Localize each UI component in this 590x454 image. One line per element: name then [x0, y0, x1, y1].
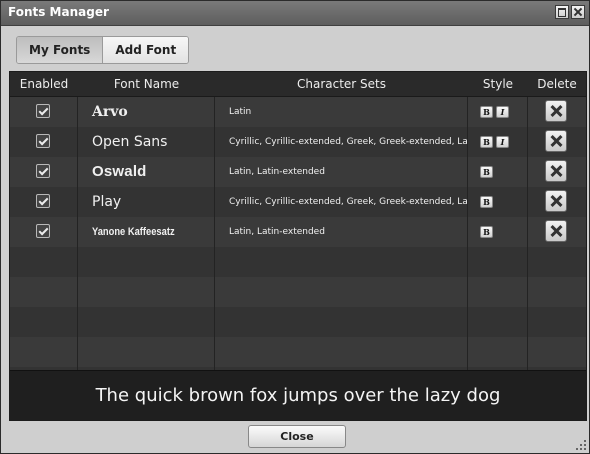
tab-my-fonts[interactable]: My Fonts	[17, 37, 104, 63]
character-sets: Cyrillic, Cyrillic-extended, Greek, Gree…	[229, 197, 467, 207]
bold-style-button[interactable]: B	[480, 106, 493, 118]
table-row[interactable]: Yanone Kaffeesatz Latin, Latin-extended …	[10, 217, 586, 247]
header-style[interactable]: Style	[468, 72, 528, 96]
tab-add-font[interactable]: Add Font	[103, 37, 189, 63]
empty-row	[10, 247, 586, 277]
column-divider	[527, 97, 528, 393]
enabled-checkbox[interactable]	[36, 134, 50, 148]
header-character-sets[interactable]: Character Sets	[215, 72, 468, 96]
table-row[interactable]: Oswald Latin, Latin-extended B	[10, 157, 586, 187]
font-name: Play	[92, 194, 122, 210]
italic-style-button[interactable]: I	[496, 136, 509, 148]
close-button[interactable]: Close	[248, 425, 346, 448]
enabled-checkbox[interactable]	[36, 194, 50, 208]
delete-x-icon[interactable]	[545, 160, 567, 182]
column-divider	[467, 97, 468, 393]
bold-style-button[interactable]: B	[480, 226, 493, 238]
fonts-manager-window: Fonts Manager My Fonts Add Font Enabled …	[0, 0, 590, 454]
column-divider	[77, 97, 78, 393]
header-enabled[interactable]: Enabled	[10, 72, 78, 96]
maximize-icon[interactable]	[555, 5, 569, 19]
font-name: Oswald	[92, 163, 147, 180]
fonts-table: Enabled Font Name Character Sets Style D…	[9, 71, 587, 421]
empty-row	[10, 337, 586, 367]
character-sets: Cyrillic, Cyrillic-extended, Greek, Gree…	[229, 137, 467, 147]
character-sets: Latin, Latin-extended	[229, 227, 325, 237]
font-name: Arvo	[92, 104, 128, 120]
font-preview: The quick brown fox jumps over the lazy …	[10, 370, 586, 420]
empty-row	[10, 277, 586, 307]
delete-x-icon[interactable]	[545, 190, 567, 212]
character-sets: Latin, Latin-extended	[229, 167, 325, 177]
font-name: Yanone Kaffeesatz	[92, 226, 175, 238]
bold-style-button[interactable]: B	[480, 196, 493, 208]
delete-x-icon[interactable]	[545, 130, 567, 152]
table-row[interactable]: Arvo Latin B I	[10, 97, 586, 127]
enabled-checkbox[interactable]	[36, 104, 50, 118]
table-header: Enabled Font Name Character Sets Style D…	[10, 72, 586, 97]
header-delete[interactable]: Delete	[528, 72, 586, 96]
close-icon[interactable]	[571, 5, 585, 19]
bold-style-button[interactable]: B	[480, 136, 493, 148]
header-font-name[interactable]: Font Name	[78, 72, 215, 96]
window-title: Fonts Manager	[8, 5, 109, 19]
delete-x-icon[interactable]	[545, 100, 567, 122]
character-sets: Latin	[229, 107, 252, 117]
font-name: Open Sans	[92, 134, 168, 150]
title-bar[interactable]: Fonts Manager	[1, 1, 589, 26]
empty-row	[10, 307, 586, 337]
enabled-checkbox[interactable]	[36, 164, 50, 178]
enabled-checkbox[interactable]	[36, 224, 50, 238]
resize-grip-icon[interactable]	[576, 440, 586, 450]
bold-style-button[interactable]: B	[480, 166, 493, 178]
delete-x-icon[interactable]	[545, 220, 567, 242]
table-row[interactable]: Play Cyrillic, Cyrillic-extended, Greek,…	[10, 187, 586, 217]
column-divider	[214, 97, 215, 393]
italic-style-button[interactable]: I	[496, 106, 509, 118]
tab-bar: My Fonts Add Font	[16, 36, 190, 64]
table-row[interactable]: Open Sans Cyrillic, Cyrillic-extended, G…	[10, 127, 586, 157]
